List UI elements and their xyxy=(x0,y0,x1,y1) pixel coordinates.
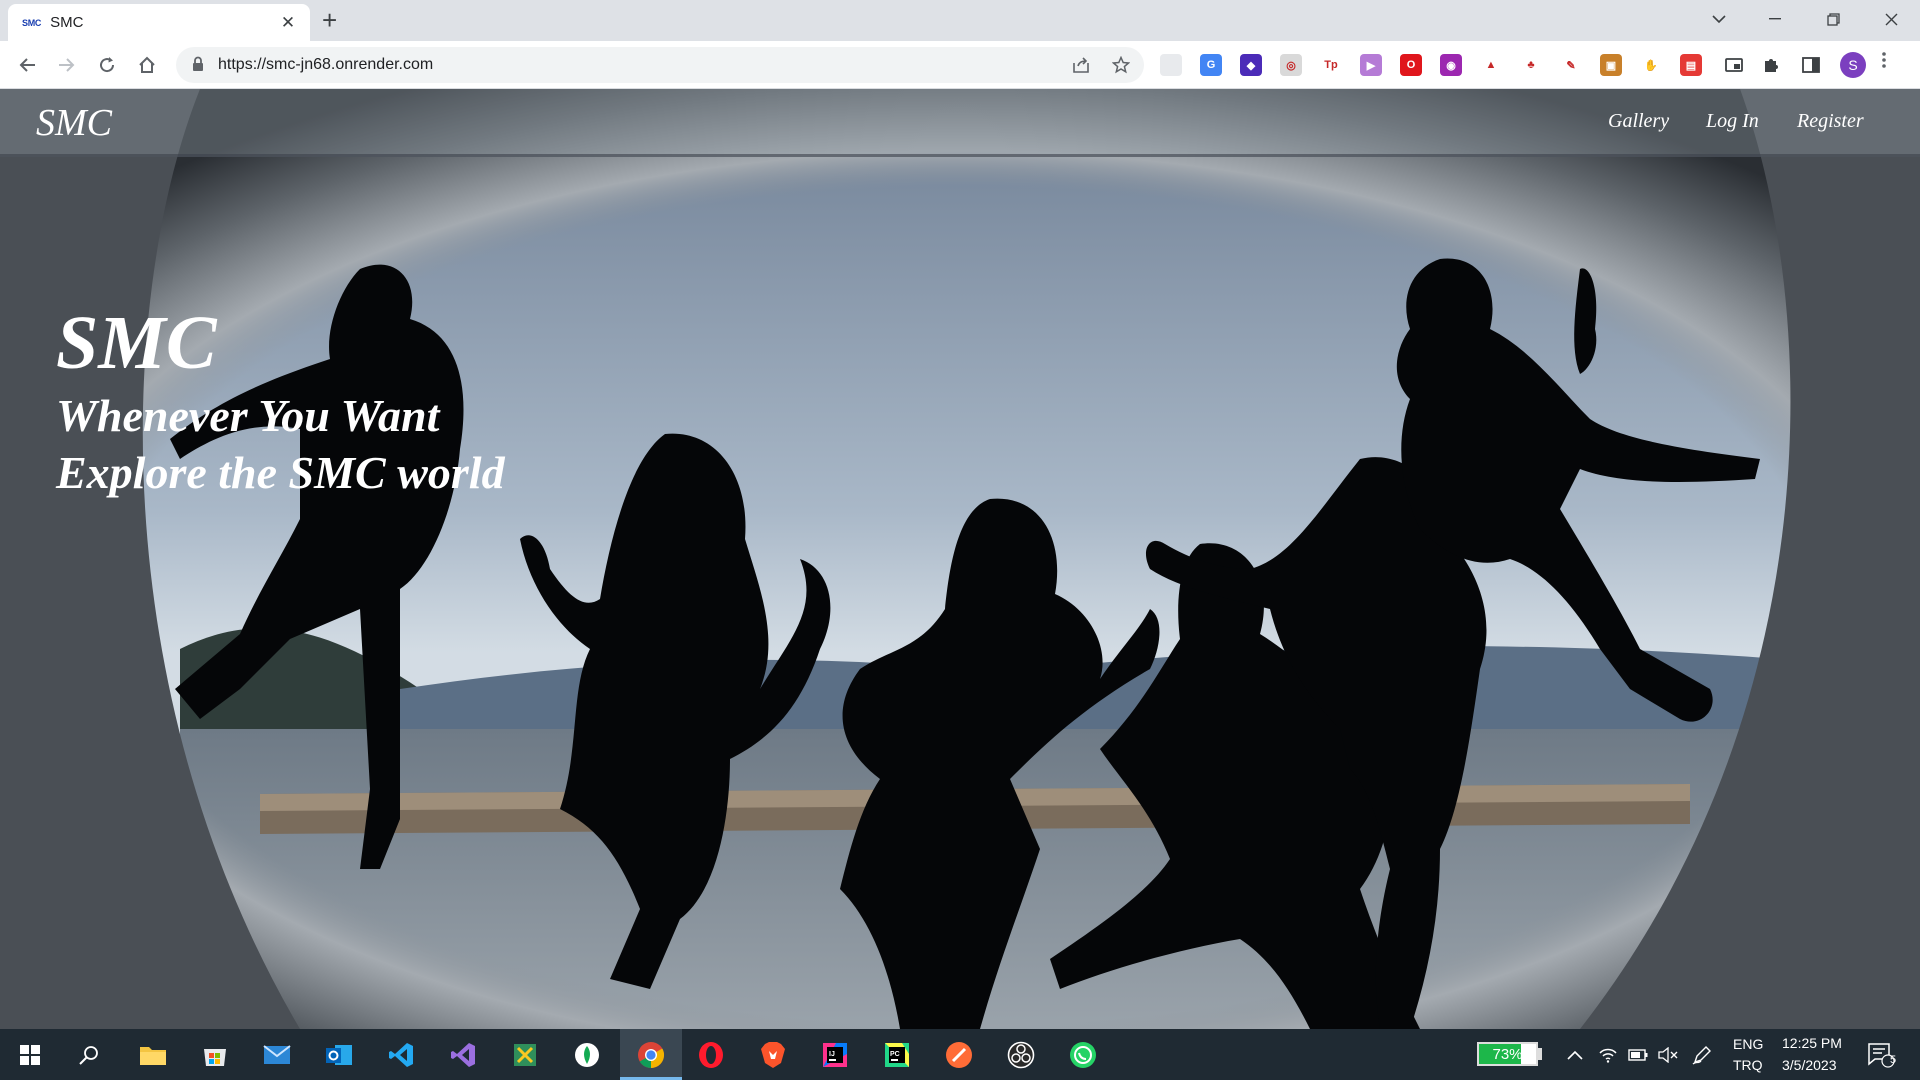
mail-icon[interactable] xyxy=(260,1038,294,1072)
notification-count: 5 xyxy=(1889,1054,1897,1066)
mongodb-compass-icon[interactable] xyxy=(570,1038,604,1072)
lock-icon[interactable] xyxy=(192,56,204,77)
svg-text:IJ: IJ xyxy=(829,1051,835,1058)
hero-title: SMC xyxy=(56,301,217,385)
show-hidden-icons-chevron-icon[interactable] xyxy=(1563,1038,1587,1072)
badge-extension-icon[interactable]: ◆ xyxy=(1240,54,1262,76)
svg-text:PC: PC xyxy=(890,1051,900,1058)
browser-toolbar: https://smc-jn68.onrender.com G ◆ ◎ Tp ▶ O ◉ ▲ ♣… xyxy=(0,41,1920,89)
windows-taskbar: IJ PC 73% ENG TRQ 12:25 PM 3/5/2023 5 xyxy=(0,1029,1920,1080)
nav-login-link[interactable]: Log In xyxy=(1706,110,1759,133)
clock-date[interactable]: 3/5/2023 xyxy=(1782,1057,1837,1073)
obs-studio-icon[interactable] xyxy=(1004,1038,1038,1072)
blank-extension-icon[interactable] xyxy=(1160,54,1182,76)
battery-meter[interactable]: 73% xyxy=(1477,1042,1538,1066)
flame-extension-icon[interactable]: ▲ xyxy=(1480,54,1502,76)
reload-button[interactable] xyxy=(92,50,122,80)
tab-title: SMC xyxy=(50,14,84,31)
site-brand-link[interactable]: SMC xyxy=(36,101,112,145)
forward-button[interactable] xyxy=(52,50,82,80)
vscode-icon[interactable] xyxy=(384,1038,418,1072)
eyedropper-icon[interactable]: ✎ xyxy=(1560,54,1582,76)
visual-studio-icon[interactable] xyxy=(446,1038,480,1072)
opera-icon[interactable] xyxy=(694,1038,728,1072)
bookmark-star-icon[interactable] xyxy=(1110,54,1132,76)
restore-button[interactable] xyxy=(1804,0,1862,38)
extensions-puzzle-icon[interactable] xyxy=(1760,54,1782,76)
input-language-bottom[interactable]: TRQ xyxy=(1733,1057,1763,1073)
hero-tagline-2: Explore the SMC world xyxy=(56,447,505,498)
webpage-viewport: SMC Gallery Log In Register SMC Whenever… xyxy=(0,89,1920,1029)
wifi-icon[interactable] xyxy=(1596,1038,1620,1072)
nav-register-link[interactable]: Register xyxy=(1797,110,1864,133)
windows-start-icon[interactable] xyxy=(13,1038,47,1072)
browser-tab-strip: SMC SMC ✕ + xyxy=(0,0,1920,41)
intellij-idea-icon[interactable]: IJ xyxy=(818,1038,852,1072)
address-bar[interactable]: https://smc-jn68.onrender.com xyxy=(176,47,1144,83)
new-tab-button[interactable]: + xyxy=(322,6,337,34)
postman-icon[interactable] xyxy=(942,1038,976,1072)
browser-menu-icon[interactable] xyxy=(1882,51,1886,75)
clock-time[interactable]: 12:25 PM xyxy=(1782,1035,1842,1051)
home-button[interactable] xyxy=(132,50,162,80)
chrome-icon[interactable] xyxy=(634,1038,668,1072)
brave-icon[interactable] xyxy=(756,1038,790,1072)
hand-extension-icon[interactable]: ✋ xyxy=(1640,54,1662,76)
back-button[interactable] xyxy=(12,50,42,80)
purple-extension-icon[interactable]: ◉ xyxy=(1440,54,1462,76)
opera-extension-icon[interactable]: O xyxy=(1400,54,1422,76)
tab-close-icon[interactable]: ✕ xyxy=(278,13,298,33)
pen-ink-workspace-icon[interactable] xyxy=(1690,1038,1714,1072)
minimize-button[interactable] xyxy=(1746,0,1804,38)
volume-muted-icon[interactable] xyxy=(1656,1038,1680,1072)
search-icon[interactable] xyxy=(72,1038,106,1072)
hero-tagline-1: Whenever You Want xyxy=(56,390,440,441)
tab-search-icon[interactable] xyxy=(1690,0,1748,38)
battery-nub xyxy=(1538,1048,1542,1060)
nav-gallery-link[interactable]: Gallery xyxy=(1608,110,1669,133)
share-icon[interactable] xyxy=(1070,54,1092,76)
close-window-button[interactable] xyxy=(1862,0,1920,38)
media-control-icon[interactable] xyxy=(1723,54,1745,76)
google-translate-icon[interactable]: G xyxy=(1200,54,1222,76)
action-center-notification-icon[interactable]: 5 xyxy=(1864,1038,1898,1072)
site-navbar: SMC Gallery Log In Register xyxy=(0,89,1920,157)
url-text: https://smc-jn68.onrender.com xyxy=(218,56,434,73)
profile-avatar[interactable]: S xyxy=(1840,52,1866,78)
outlook-icon[interactable] xyxy=(322,1038,356,1072)
hero-text-block: SMC Whenever You Want Explore the SMC wo… xyxy=(56,299,505,501)
site-favicon-icon: SMC xyxy=(22,17,42,28)
orange-extension-icon[interactable]: ▣ xyxy=(1600,54,1622,76)
clover-extension-icon[interactable]: ♣ xyxy=(1520,54,1542,76)
circle-extension-icon[interactable]: ◎ xyxy=(1280,54,1302,76)
play-extension-icon[interactable]: ▶ xyxy=(1360,54,1382,76)
microsoft-store-icon[interactable] xyxy=(198,1038,232,1072)
snipping-tool-icon[interactable] xyxy=(508,1038,542,1072)
battery-percent: 73% xyxy=(1492,1046,1523,1063)
file-explorer-icon[interactable] xyxy=(136,1038,170,1072)
pycharm-icon[interactable]: PC xyxy=(880,1038,914,1072)
power-battery-icon[interactable] xyxy=(1626,1038,1650,1072)
tp-extension-icon[interactable]: Tp xyxy=(1320,54,1342,76)
side-panel-icon[interactable] xyxy=(1800,54,1822,76)
hero-background-image xyxy=(0,89,1920,1029)
input-language-top[interactable]: ENG xyxy=(1733,1036,1763,1052)
red-box-extension-icon[interactable]: ▤ xyxy=(1680,54,1702,76)
browser-tab[interactable]: SMC SMC ✕ xyxy=(8,4,310,41)
whatsapp-icon[interactable] xyxy=(1066,1038,1100,1072)
